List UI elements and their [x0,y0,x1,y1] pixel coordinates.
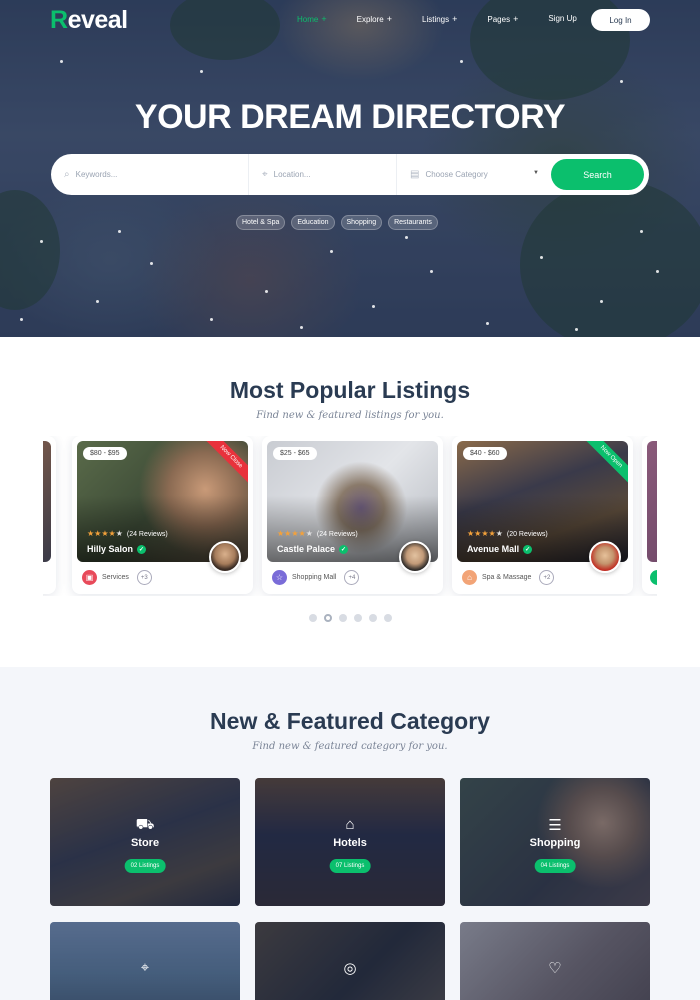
building-icon: ⌂ [345,816,355,833]
listing-category[interactable]: Spa & Massage [482,574,531,581]
listings-subtitle: Find new & featured listings for you. [256,410,444,421]
main-nav: Home + Explore + Listings + Pages + Sign Up [297,14,607,24]
rating-stars: ★★★★★ (20 Reviews) [467,529,548,538]
listing-footer: ☆ Shopping Mall +4 [272,570,360,585]
pager-dot[interactable] [309,614,317,622]
verified-icon: ✓ [137,544,147,554]
quick-tags: Hotel & Spa Education Shopping Restauran… [236,215,438,230]
location-input[interactable]: ⌖ Location... [249,154,397,195]
category-title: New & Featured Category [210,708,490,734]
listing-footer: ▣ Services +3 [82,570,152,585]
tag-shopping[interactable]: Shopping [340,215,383,230]
nav-item-pages[interactable]: Pages + [487,14,518,24]
category-tile-hotels[interactable]: ⌂ Hotels 07 Listings [255,778,445,906]
rating-stars: ★★★★★ (24 Reviews) [87,529,168,538]
crosshair-icon: ⌖ [262,169,268,180]
verified-icon: ✓ [523,544,533,554]
more-categories-badge[interactable]: +2 [539,570,555,585]
category-tile[interactable]: ♡ [460,922,650,1000]
listing-name[interactable]: Avenue Mall ✓ [467,544,533,554]
listing-card[interactable]: $40 - $60 Now Open ★★★★★ (20 Reviews) Ave… [452,436,633,594]
briefcase-icon: ▤ [410,169,420,180]
gift-icon: ☆ [272,570,287,585]
listing-count-badge: 07 Listings [329,859,371,873]
category-section: New & Featured Category Find new & featu… [0,667,700,1000]
pager-dot[interactable] [384,614,392,622]
review-count: (24 Reviews) [126,531,168,538]
listing-card[interactable]: $80 - $95 Now Close ★★★★★ (24 Reviews) Hi… [72,436,253,594]
price-badge: $25 - $65 [273,447,317,460]
category-tile-shopping[interactable]: ☰ Shopping 04 Listings [460,778,650,906]
listings-carousel: $80 - $95 Now Close ★★★★★ (24 Reviews) Hi… [43,436,657,596]
nav-item-explore[interactable]: Explore + [357,14,392,24]
pager-dot-active[interactable] [324,614,332,622]
caret-down-icon: ▼ [533,170,539,176]
hero-banner: Reveal Home + Explore + Listings + Pages + S… [0,0,700,337]
logo[interactable]: Reveal [50,6,128,35]
avatar[interactable] [399,541,431,573]
more-categories-badge[interactable]: +4 [344,570,360,585]
tag-restaurants[interactable]: Restaurants [388,215,438,230]
price-badge: $80 - $95 [83,447,127,460]
burger-icon: ◎ [343,960,357,977]
listing-card-partial[interactable] [43,436,56,594]
category-select[interactable]: ▤ Choose Category ▼ [397,154,550,195]
cart-icon: ☰ [548,817,562,834]
category-tile[interactable]: ⌖ [50,922,240,1000]
nav-item-home[interactable]: Home + [297,14,327,24]
listing-name[interactable]: Hilly Salon ✓ [87,544,147,554]
listing-count-badge: 04 Listings [534,859,576,873]
listing-footer: ⌂ Spa & Massage +2 [462,570,555,585]
listings-title: Most Popular Listings [229,377,471,403]
keywords-input[interactable]: ⌕ Keywords... [51,154,249,195]
rating-stars: ★★★★★ (24 Reviews) [277,529,358,538]
verified-icon: ✓ [339,544,349,554]
nav-item-listings[interactable]: Listings + [422,14,457,24]
category-name: Hotels [333,837,367,849]
spa-icon: ⌂ [462,570,477,585]
listing-card[interactable]: $25 - $65 ★★★★★ (24 Reviews) Castle Palac… [262,436,443,594]
search-icon: ⌕ [64,169,70,180]
hero-title: YOUR DREAM DIRECTORY [134,98,566,136]
listing-card-partial[interactable] [642,436,657,594]
tag-hotel-spa[interactable]: Hotel & Spa [236,215,286,230]
category-name: Shopping [529,837,581,849]
pager-dot[interactable] [354,614,362,622]
avatar[interactable] [589,541,621,573]
search-bar: ⌕ Keywords... ⌖ Location... ▤ Choose Cat… [51,154,649,195]
listing-category[interactable]: Services [102,574,129,581]
category-subtitle: Find new & featured category for you. [252,741,448,752]
truck-icon: ⛟ [135,816,155,833]
category-tile[interactable]: ◎ [255,922,445,1000]
tag-education[interactable]: Education [291,215,335,230]
more-categories-badge[interactable]: +3 [136,570,152,585]
listing-count-badge: 02 Listings [124,859,166,873]
listing-category[interactable]: Shopping Mall [292,574,336,581]
category-name: Store [130,837,160,849]
category-tile-store[interactable]: ⛟ Store 02 Listings [50,778,240,906]
avatar[interactable] [209,541,241,573]
login-button[interactable]: Log In [591,9,650,31]
pager-dot[interactable] [369,614,377,622]
pager-dot[interactable] [339,614,347,622]
basket-icon: ▣ [82,570,97,585]
map-pin-icon: ⌖ [140,959,150,976]
listing-name[interactable]: Castle Palace ✓ [277,544,349,554]
search-button[interactable]: Search [551,159,644,190]
heart-icon: ♡ [548,960,562,977]
carousel-pager [309,614,392,622]
review-count: (20 Reviews) [506,531,548,538]
review-count: (24 Reviews) [316,531,358,538]
nav-item-signup[interactable]: Sign Up [548,14,576,24]
price-badge: $40 - $60 [463,447,507,460]
